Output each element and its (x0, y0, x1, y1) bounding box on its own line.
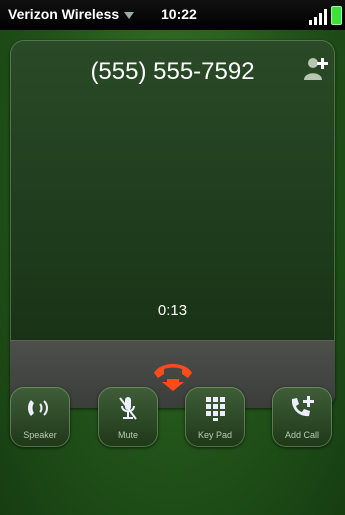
clock: 10:22 (161, 6, 197, 22)
add-contact-icon[interactable] (302, 54, 330, 82)
chevron-down-icon (124, 11, 135, 19)
keypad-label: Key Pad (197, 430, 233, 440)
carrier-menu[interactable]: Verizon Wireless (8, 6, 135, 22)
call-duration: 0:13 (157, 302, 188, 319)
keypad-button[interactable]: Key Pad (185, 387, 245, 447)
add-call-icon (291, 396, 314, 417)
signal-icon (309, 9, 327, 25)
battery-icon (331, 6, 342, 25)
add-call-label: Add Call (284, 430, 320, 440)
keypad-icon (206, 397, 225, 421)
speaker-label: Speaker (23, 430, 57, 440)
speaker-icon (28, 400, 48, 416)
mic-muted-icon (119, 397, 137, 420)
mute-label: Mute (117, 430, 138, 440)
add-call-button[interactable]: Add Call (272, 387, 332, 447)
call-info-panel: (555) 555-7592 0:13 (10, 40, 335, 408)
speaker-button[interactable]: Speaker (10, 387, 70, 447)
status-bar: Verizon Wireless 10:22 (0, 0, 345, 30)
phone-number: (555) 555-7592 (90, 58, 255, 85)
carrier-name: Verizon Wireless (8, 6, 120, 22)
mute-button[interactable]: Mute (98, 387, 158, 447)
end-call-icon (154, 364, 192, 391)
